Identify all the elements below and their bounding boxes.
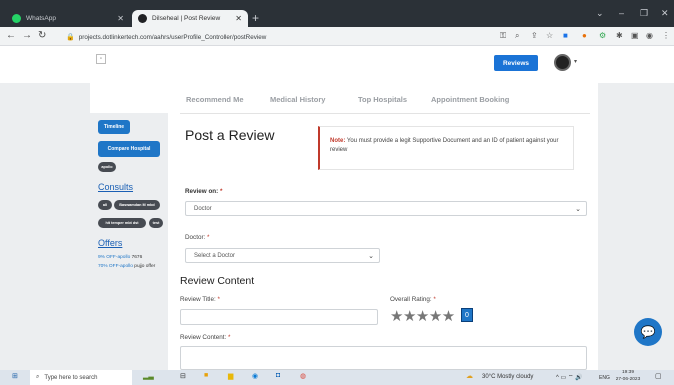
- landscape-icon: ▂▃: [143, 373, 154, 380]
- review-content-textarea[interactable]: [180, 346, 587, 370]
- bookmark-star-icon[interactable]: ☆: [546, 31, 553, 40]
- minimize-icon[interactable]: –: [619, 8, 624, 18]
- back-icon[interactable]: ←: [6, 30, 16, 41]
- rating-stars[interactable]: ★★★★★: [390, 307, 455, 325]
- whatsapp-icon: [12, 14, 21, 23]
- key-icon[interactable]: ⚿: [500, 31, 506, 41]
- offer-link[interactable]: 9% OFF-apollo: [98, 255, 130, 260]
- close-tab-icon[interactable]: ✕: [235, 14, 242, 23]
- consult-pill[interactable]: Baswamdan M mbd: [114, 200, 160, 210]
- profile-icon[interactable]: ◉: [646, 31, 653, 40]
- overall-rating-label: Overall Rating: *: [390, 296, 436, 303]
- reload-icon[interactable]: ↻: [38, 30, 46, 41]
- chrome-icon[interactable]: ◍: [300, 372, 306, 380]
- edge-icon[interactable]: ◉: [252, 372, 258, 380]
- folder-icon[interactable]: ▆: [228, 372, 233, 380]
- tab-post-review[interactable]: Dilseheal | Post Review ✕: [132, 10, 248, 27]
- extension-icon[interactable]: ⚙: [599, 31, 606, 40]
- nav-medical-history[interactable]: Medical History: [270, 95, 325, 104]
- nav-appointment-booking[interactable]: Appointment Booking: [431, 95, 509, 104]
- chevron-down-icon: ⌄: [368, 252, 374, 260]
- doctor-label: Doctor: *: [185, 234, 210, 241]
- site-header: [0, 46, 674, 83]
- consults-heading[interactable]: Consults: [98, 182, 133, 192]
- extension-icon[interactable]: ■: [563, 31, 568, 40]
- maximize-icon[interactable]: ❐: [640, 8, 648, 19]
- compare-hospital-button[interactable]: Compare Hospital: [98, 141, 160, 157]
- nav-recommend-me[interactable]: Recommend Me: [186, 95, 244, 104]
- tab-title: WhatsApp: [26, 15, 56, 22]
- taskbar-search[interactable]: ⌕ Type here to search: [30, 370, 132, 385]
- sidepanel-icon[interactable]: ▣: [631, 31, 639, 40]
- share-icon[interactable]: ⇪: [531, 31, 538, 40]
- timeline-button[interactable]: Timeline: [98, 120, 130, 134]
- chat-icon[interactable]: 💬: [634, 318, 662, 346]
- extension-icon[interactable]: ●: [582, 31, 587, 40]
- menu-dots-icon[interactable]: ⋮: [662, 31, 670, 40]
- site-favicon-icon: [138, 14, 147, 23]
- chevron-down-icon: ⌄: [575, 205, 581, 213]
- chevron-down-icon[interactable]: ▾: [574, 58, 577, 65]
- clock[interactable]: 19:39 27-06-2023: [614, 370, 642, 384]
- consult-pill[interactable]: test: [149, 218, 163, 228]
- language-indicator[interactable]: ENG: [599, 375, 610, 381]
- reviews-button[interactable]: Reviews: [494, 55, 538, 71]
- store-icon[interactable]: ◘: [276, 372, 280, 379]
- weather-text[interactable]: 30°C Mostly cloudy: [482, 374, 533, 380]
- nav-top-hospitals[interactable]: Top Hospitals: [358, 95, 407, 104]
- tray-icons[interactable]: ^ ▭ ⌔ 🔊: [556, 373, 583, 381]
- review-title-label: Review Title: *: [180, 296, 220, 303]
- app-icon[interactable]: ■: [204, 372, 208, 379]
- review-on-label: Review on: *: [185, 188, 223, 195]
- note-label: Note:: [330, 138, 346, 144]
- page-title: Post a Review: [185, 127, 275, 143]
- review-content-label: Review Content: *: [180, 334, 231, 341]
- new-tab-button[interactable]: +: [252, 11, 259, 25]
- offer-item: 70% OFF-apollo pujjo offer: [98, 264, 156, 269]
- review-on-select[interactable]: Doctor ⌄: [185, 201, 587, 216]
- offers-heading[interactable]: Offers: [98, 238, 122, 248]
- consult-pill[interactable]: all: [98, 200, 112, 210]
- note-box: Note: You must provide a legit Supportiv…: [318, 126, 574, 170]
- avatar[interactable]: [554, 54, 571, 71]
- task-view-icon[interactable]: ⊟: [180, 372, 186, 380]
- offer-item: 9% OFF-apollo 7676: [98, 255, 143, 260]
- offer-link[interactable]: 70% OFF-apollo: [98, 264, 133, 269]
- review-content-heading: Review Content: [180, 275, 255, 287]
- tab-search-icon[interactable]: ⌄: [596, 8, 604, 19]
- zoom-icon[interactable]: ⌕: [515, 31, 519, 41]
- tab-whatsapp[interactable]: WhatsApp ✕: [6, 10, 130, 27]
- weather-icon: ☁: [466, 373, 473, 380]
- lock-icon: 🔒: [66, 34, 75, 41]
- forward-icon[interactable]: →: [22, 30, 32, 41]
- windows-start-icon[interactable]: ⊞: [12, 372, 18, 380]
- url-text: projects.dotlinkertech.com/aahrs/userPro…: [78, 33, 267, 41]
- tag-apollo[interactable]: apollo: [98, 162, 116, 172]
- consult-pill[interactable]: hit temper mbt dst: [98, 218, 146, 228]
- rating-value-badge: 0: [461, 308, 473, 322]
- search-icon: ⌕: [36, 374, 40, 380]
- broken-image-icon[interactable]: ▫: [96, 54, 106, 64]
- note-text: You must provide a legit Supportive Docu…: [330, 138, 559, 153]
- tab-title: Dilseheal | Post Review: [152, 15, 221, 22]
- notification-icon[interactable]: ▢: [655, 372, 662, 380]
- close-tab-icon[interactable]: ✕: [117, 14, 124, 23]
- doctor-select[interactable]: Select a Doctor ⌄: [185, 248, 380, 263]
- review-title-input[interactable]: [180, 309, 378, 325]
- puzzle-icon[interactable]: ✱: [616, 31, 623, 40]
- close-window-icon[interactable]: ✕: [661, 8, 669, 19]
- url-bar[interactable]: 🔒 projects.dotlinkertech.com/aahrs/userP…: [62, 30, 672, 44]
- divider: [180, 113, 590, 114]
